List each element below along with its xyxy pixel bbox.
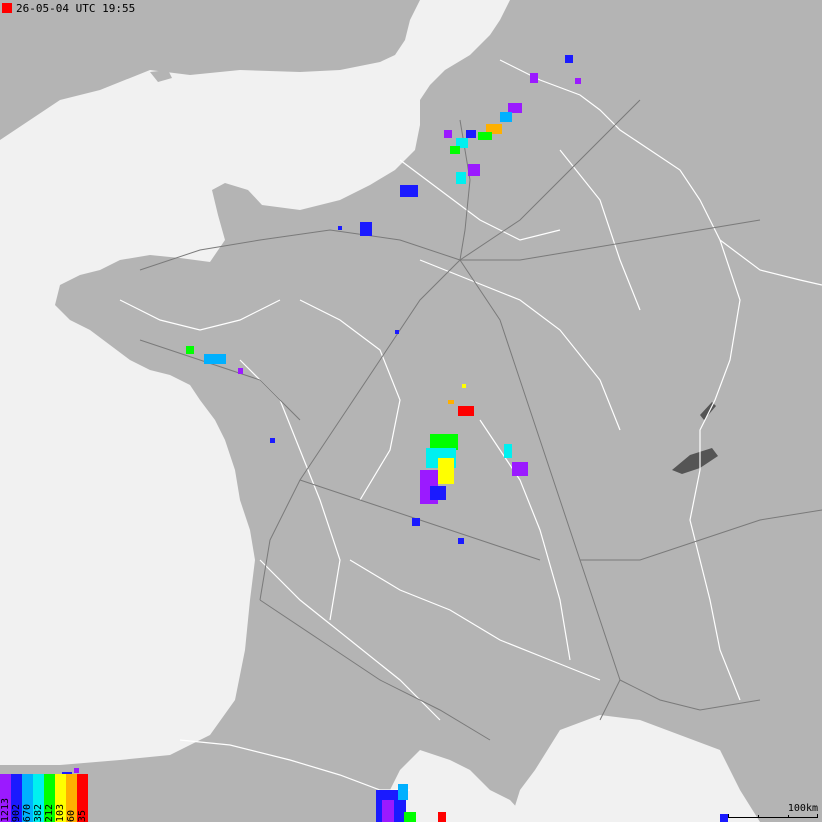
timestamp-label: 26-05-04 UTC 19:55 (0, 0, 139, 16)
legend-class-670: 670 (22, 774, 33, 822)
legend-label: 670 (22, 803, 33, 822)
legend-class-212: 212 (44, 774, 55, 822)
legend-class-60: 60 (66, 774, 77, 822)
legend-label: 902 (11, 803, 22, 822)
legend-label: 35 (77, 809, 88, 822)
legend-label: 1213 (0, 797, 11, 822)
legend-label: 382 (33, 803, 44, 822)
scale-bar-line (728, 814, 818, 818)
legend-class-382: 382 (33, 774, 44, 822)
lightning-map (0, 0, 822, 822)
legend-class-35: 35 (77, 774, 88, 822)
legend-class-1213: 1213 (0, 774, 11, 822)
status-square-icon (2, 3, 12, 13)
legend-class-902: 902 (11, 774, 22, 822)
legend: 1213 902 670 382 212 103 60 35 (0, 774, 88, 822)
legend-label: 212 (44, 803, 55, 822)
scale-tick (788, 815, 789, 818)
scale-label: 100km (787, 803, 818, 814)
legend-label: 60 (66, 809, 77, 822)
timestamp-text: 26-05-04 UTC 19:55 (16, 1, 136, 15)
legend-class-103: 103 (55, 774, 66, 822)
legend-label: 103 (55, 803, 66, 822)
scale-bar: 100km (728, 802, 818, 818)
scale-tick (758, 815, 759, 818)
